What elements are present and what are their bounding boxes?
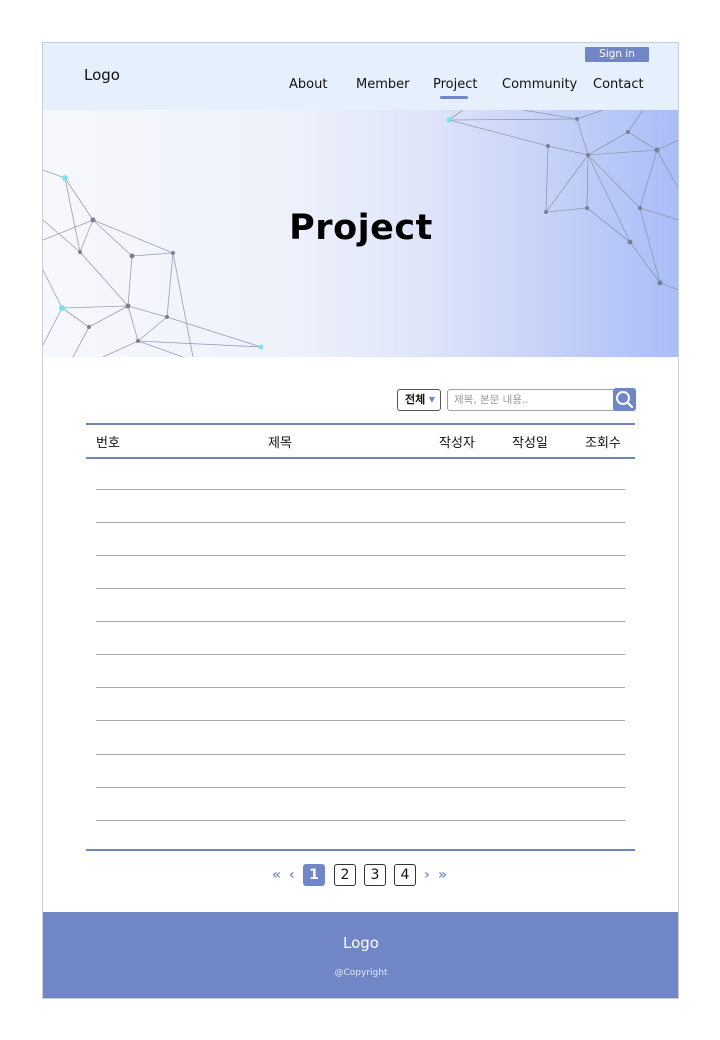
table-bottom-rule [86, 849, 635, 851]
header: Logo Sign in About Member Project Commun… [43, 43, 678, 110]
table-row[interactable] [96, 522, 625, 523]
nav-about[interactable]: About [289, 77, 327, 97]
table-top-rule [86, 423, 635, 425]
page-button-3[interactable]: 3 [364, 864, 386, 886]
search-icon [616, 391, 634, 409]
column-header-views[interactable]: 조회수 [585, 432, 621, 451]
table-row[interactable] [96, 654, 625, 655]
last-page-button[interactable]: » [438, 867, 447, 883]
page-button-4[interactable]: 4 [394, 864, 416, 886]
column-header-date[interactable]: 작성일 [512, 432, 548, 451]
category-filter-select[interactable]: 전체 ▼ [397, 389, 441, 411]
table-row[interactable] [96, 687, 625, 688]
copyright-text: @Copyright [334, 968, 388, 978]
search-input[interactable] [454, 392, 614, 408]
page-button-1[interactable]: 1 [303, 864, 325, 886]
column-header-title[interactable]: 제목 [268, 432, 292, 451]
table-row[interactable] [96, 820, 625, 821]
page-button-2[interactable]: 2 [334, 864, 356, 886]
column-header-author[interactable]: 작성자 [439, 432, 475, 451]
nav-member[interactable]: Member [356, 77, 409, 97]
nav-contact[interactable]: Contact [593, 77, 644, 97]
page-title: Project [289, 208, 433, 248]
table-row[interactable] [96, 754, 625, 755]
chevron-down-icon: ▼ [428, 395, 435, 404]
table-header-rule [86, 457, 635, 459]
nav-project[interactable]: Project [433, 77, 477, 97]
table-row[interactable] [96, 489, 625, 490]
next-page-button[interactable]: › [424, 867, 430, 883]
filter-value: 전체 [405, 393, 426, 406]
table-row[interactable] [96, 555, 625, 556]
page-frame: Logo Sign in About Member Project Commun… [42, 42, 679, 999]
table-row[interactable] [96, 588, 625, 589]
active-nav-indicator [440, 96, 468, 99]
sign-in-button[interactable]: Sign in [585, 47, 649, 62]
column-header-number[interactable]: 번호 [96, 432, 120, 451]
table-row[interactable] [96, 621, 625, 622]
hero-banner: Project [43, 110, 678, 357]
search-box [447, 389, 635, 411]
footer-logo[interactable]: Logo [43, 934, 678, 952]
footer: Logo @Copyright [43, 912, 678, 998]
first-page-button[interactable]: « [272, 867, 281, 883]
table-row[interactable] [96, 720, 625, 721]
search-button[interactable] [613, 388, 636, 411]
table-row[interactable] [96, 787, 625, 788]
header-logo[interactable]: Logo [84, 66, 120, 84]
prev-page-button[interactable]: ‹ [289, 867, 295, 883]
nav-community[interactable]: Community [502, 77, 577, 97]
